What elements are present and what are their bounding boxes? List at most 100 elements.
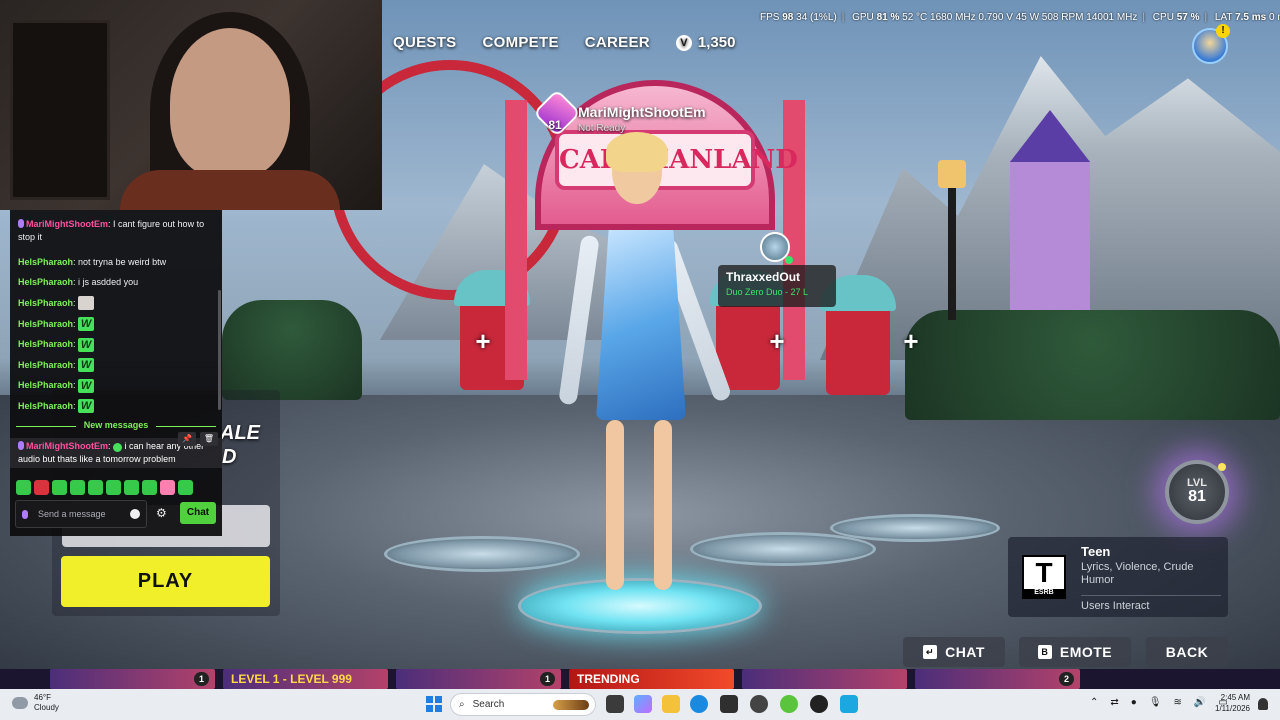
chat-message: MariMightShootEm: I cant figure out how …	[18, 219, 205, 242]
mic-tray-icon[interactable]: 🎙	[1149, 697, 1162, 708]
store-icon[interactable]	[720, 695, 738, 713]
app-tray-icon[interactable]: ●	[1131, 697, 1137, 708]
chat-action-button[interactable]: ↵ CHAT	[903, 637, 1005, 667]
gpu-temp: 52 °C	[902, 12, 928, 23]
island-thumbnail[interactable]: 1	[396, 669, 561, 689]
add-friend-plus-icon[interactable]: +	[764, 328, 790, 354]
pin-icon[interactable]: 📌	[178, 432, 196, 446]
chat-username[interactable]: MariMightShootEm	[26, 219, 108, 229]
emote-icon[interactable]	[70, 480, 85, 495]
esrb-letter: T	[1035, 557, 1053, 588]
xbox-icon[interactable]	[780, 695, 798, 713]
new-messages-divider[interactable]: New messages	[10, 420, 222, 430]
add-friend-plus-icon[interactable]: +	[898, 328, 924, 354]
chat-username[interactable]: HelsPharaoh	[18, 318, 73, 331]
taskbar-clock[interactable]: 2:45 AM 1/11/2026	[1210, 692, 1250, 714]
castle	[1010, 160, 1090, 310]
emote-icon[interactable]	[178, 480, 193, 495]
chat-message: HelsPharaoh:	[10, 293, 222, 314]
island-thumbnail[interactable]: LEVEL 1 - LEVEL 999	[223, 669, 388, 689]
network-icon[interactable]: ⇄	[1110, 697, 1118, 708]
delete-icon[interactable]: 🗑	[200, 432, 218, 446]
clock-time: 2:45 AM	[1220, 693, 1250, 702]
cpu-load: 57 %	[1176, 12, 1200, 23]
emoji-icon[interactable]	[130, 509, 140, 519]
app-icon[interactable]	[750, 695, 768, 713]
w-emote-icon: W	[78, 399, 95, 414]
chat-input[interactable]: Send a message	[15, 500, 147, 528]
w-emote-icon: W	[78, 317, 95, 332]
chat-username[interactable]: HelsPharaoh	[18, 338, 73, 351]
mic-icon[interactable]	[22, 509, 28, 519]
player-pad	[690, 532, 876, 566]
emote-icon[interactable]	[88, 480, 103, 495]
vbucks-amount: 1,350	[697, 34, 736, 51]
chat-input-placeholder: Send a message	[38, 509, 106, 519]
emote-action-button[interactable]: B EMOTE	[1019, 637, 1131, 667]
webcam-person	[170, 28, 290, 178]
emote-picker-bar	[16, 480, 193, 495]
chat-message: HelsPharaoh: W	[10, 376, 222, 397]
stream-chat-overlay: MariMightShootEm: I cant figure out how …	[10, 210, 222, 536]
emote-icon[interactable]	[106, 480, 121, 495]
island-thumbnail[interactable]	[742, 669, 907, 689]
weather-widget[interactable]: 46°F Cloudy	[12, 693, 59, 713]
tab-compete[interactable]: COMPETE	[482, 34, 558, 51]
character-leg	[606, 420, 624, 590]
vbucks-icon: V	[675, 34, 692, 51]
edge-icon[interactable]	[690, 695, 708, 713]
tab-career[interactable]: CAREER	[585, 34, 650, 51]
separator: |	[1204, 12, 1208, 23]
temperature: 46°F	[34, 693, 51, 702]
duo-name: ThraxxedOut	[726, 270, 801, 284]
chevron-up-icon[interactable]: ⌃	[1090, 697, 1098, 708]
chat-send-button[interactable]: Chat	[180, 502, 216, 524]
file-explorer-icon[interactable]	[662, 695, 680, 713]
emote-icon[interactable]	[124, 480, 139, 495]
chat-message: HelsPharaoh: not tryna be weird btw	[18, 256, 167, 269]
taskbar-search[interactable]: ⌕ Search	[450, 693, 596, 716]
copilot-icon[interactable]	[634, 695, 652, 713]
cat-emote-icon	[78, 296, 95, 311]
task-view-icon[interactable]	[606, 695, 624, 713]
emote-icon[interactable]	[52, 480, 67, 495]
chat-username[interactable]: HelsPharaoh	[18, 256, 73, 269]
start-windows-icon[interactable]	[426, 696, 442, 712]
chat-username[interactable]: MariMightShootEm	[26, 441, 108, 451]
fortnite-icon[interactable]	[840, 695, 858, 713]
emote-icon[interactable]	[142, 480, 157, 495]
cpu-label: CPU	[1152, 12, 1174, 23]
island-thumbnail[interactable]: 2	[915, 669, 1080, 689]
chat-username[interactable]: HelsPharaoh	[18, 359, 73, 372]
level-progress-dot-icon	[1218, 463, 1226, 471]
player-character[interactable]	[558, 132, 733, 610]
add-friend-plus-icon[interactable]: +	[470, 328, 496, 354]
chat-username[interactable]: HelsPharaoh	[18, 400, 73, 413]
weather-text: 46°F Cloudy	[34, 693, 59, 713]
esrb-rating-card: T ESRB Teen Lyrics, Violence, Crude Humor…	[1008, 537, 1228, 617]
search-icon: ⌕	[459, 699, 465, 710]
chat-message: HelsPharaoh: W	[10, 334, 222, 355]
obs-icon[interactable]	[810, 695, 828, 713]
vbucks-balance[interactable]: V 1,350	[675, 34, 736, 51]
weather-condition: Cloudy	[34, 703, 59, 712]
tab-quests[interactable]: QUESTS	[393, 34, 456, 51]
gear-icon[interactable]: ⚙	[156, 506, 167, 520]
play-button[interactable]: PLAY	[61, 556, 270, 607]
wifi-icon[interactable]: ≋	[1174, 697, 1182, 708]
discover-strip: 1 LEVEL 1 - LEVEL 999 1 TRENDING 2	[0, 669, 1280, 689]
latency-value: 7.5 ms	[1235, 12, 1267, 23]
back-button[interactable]: BACK	[1146, 637, 1228, 667]
chat-username[interactable]: HelsPharaoh	[18, 297, 73, 310]
chat-username[interactable]: HelsPharaoh	[18, 379, 73, 392]
chat-scrollbar[interactable]	[218, 290, 221, 410]
island-thumbnail[interactable]: 1	[50, 669, 215, 689]
emote-icon[interactable]	[160, 480, 175, 495]
emote-icon[interactable]	[16, 480, 31, 495]
level-value: 81	[1188, 488, 1206, 505]
volume-icon[interactable]: 🔊	[1194, 697, 1206, 708]
chat-username[interactable]: HelsPharaoh	[18, 276, 73, 289]
emote-icon[interactable]	[34, 480, 49, 495]
island-thumbnail[interactable]: TRENDING	[569, 669, 734, 689]
notification-bell-icon[interactable]	[1258, 698, 1268, 710]
